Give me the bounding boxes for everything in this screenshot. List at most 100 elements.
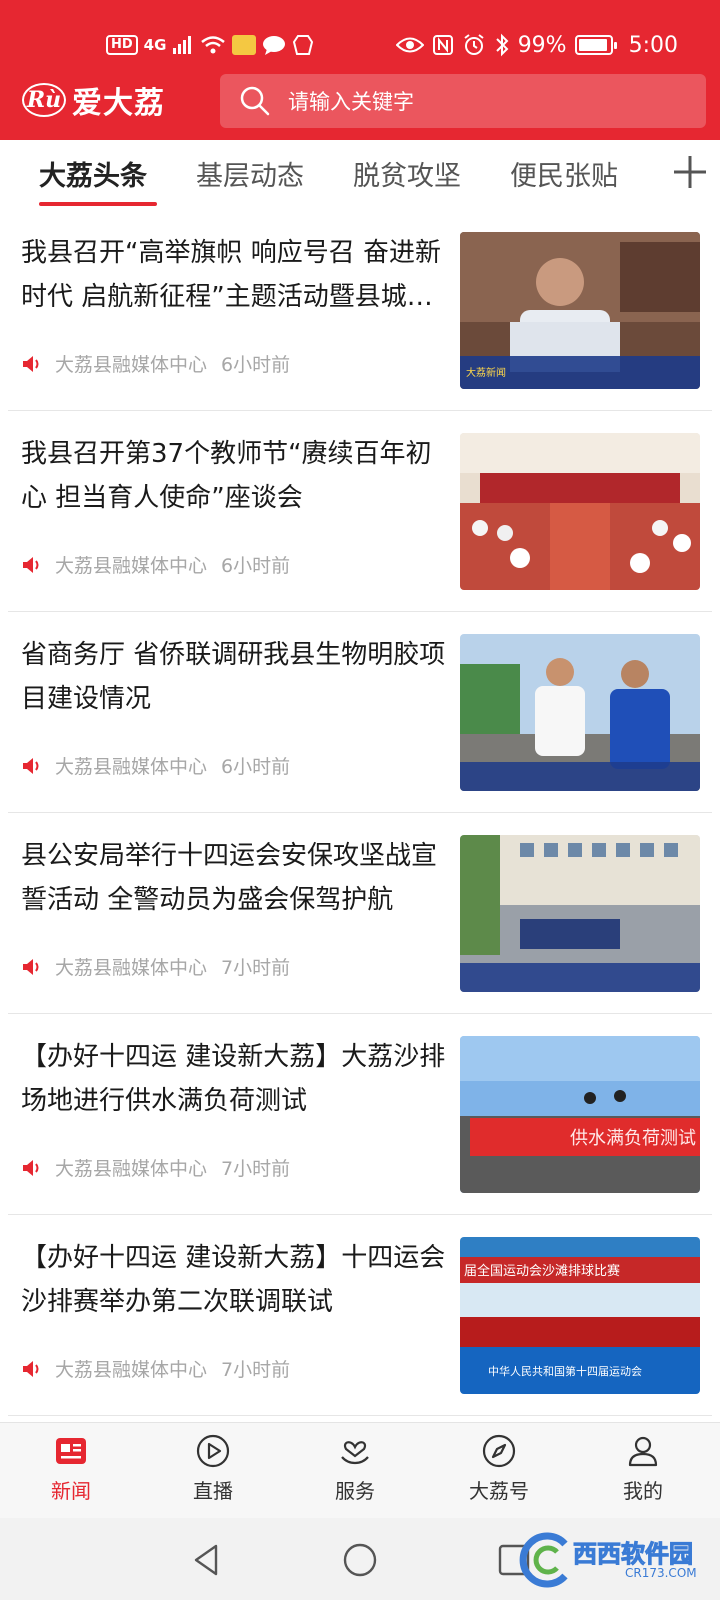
- compass-icon: [482, 1434, 516, 1468]
- tab-public-notices[interactable]: 便民张贴: [510, 154, 618, 193]
- news-time: 6小时前: [221, 555, 291, 577]
- tab-local-news[interactable]: 基层动态: [196, 154, 304, 193]
- signal-icon: [173, 36, 192, 54]
- search-placeholder: 请输入关键字: [288, 90, 414, 114]
- app-header: HD 4G 99% 5:00 Rù 爱大荔 请输入关键字: [0, 0, 720, 140]
- news-meta: 大荔县融媒体中心 6小时前: [21, 752, 290, 779]
- news-thumbnail: 大荔新闻: [460, 232, 700, 389]
- news-source: 大荔县融媒体中心: [55, 1158, 208, 1180]
- news-item[interactable]: 县公安局举行十四运会安保攻坚战宣誓活动 全警动员为盛会保驾护航 大荔县融媒体中心…: [8, 813, 712, 1014]
- watermark: 西西软件园 CR173.COM: [515, 1530, 705, 1592]
- watermark-logo-icon: [519, 1532, 568, 1588]
- news-meta: 大荔县融媒体中心 6小时前: [21, 551, 290, 578]
- news-source: 大荔县融媒体中心: [55, 354, 208, 376]
- nav-dali-account[interactable]: 大荔号: [444, 1433, 554, 1513]
- back-icon[interactable]: [186, 1540, 226, 1580]
- eye-icon: [395, 37, 424, 53]
- news-title: 【办好十四运 建设新大荔】十四运会沙排赛举办第二次联调联试: [21, 1243, 446, 1317]
- news-title: 我县召开第37个教师节“赓续百年初心 担当育人使命”座谈会: [21, 439, 432, 513]
- status-right: 99% 5:00: [395, 30, 678, 60]
- news-time: 6小时前: [221, 354, 291, 376]
- nav-label: 我的: [623, 1479, 663, 1503]
- hand-icon: [293, 35, 314, 55]
- search-icon: [240, 86, 270, 116]
- speaker-icon[interactable]: [21, 1358, 43, 1380]
- tab-headlines[interactable]: 大荔头条: [39, 154, 147, 193]
- mail-notification-icon: [232, 35, 257, 55]
- news-item[interactable]: 我县召开第37个教师节“赓续百年初心 担当育人使命”座谈会 大荔县融媒体中心 6…: [8, 411, 712, 612]
- channel-tabs: 大荔头条 基层动态 脱贫攻坚 便民张贴: [0, 140, 720, 210]
- speaker-icon[interactable]: [21, 956, 43, 978]
- news-item[interactable]: 我县召开“高举旗帜 响应号召 奋进新时代 启航新征程”主题活动暨县城经济社会高质…: [8, 210, 712, 411]
- network-type: 4G: [143, 36, 167, 54]
- news-icon: [56, 1438, 86, 1464]
- speaker-icon[interactable]: [21, 1157, 43, 1179]
- status-left: HD 4G: [106, 30, 314, 60]
- alarm-icon: [464, 34, 484, 55]
- nav-news[interactable]: 新闻: [16, 1433, 126, 1513]
- news-item[interactable]: 【办好十四运 建设新大荔】十四运会沙排赛举办第二次联调联试 大荔县融媒体中心 7…: [8, 1215, 712, 1416]
- system-navigation-bar: 西西软件园 CR173.COM: [0, 1518, 720, 1600]
- battery-icon: [574, 35, 617, 55]
- news-list: 我县召开“高举旗帜 响应号召 奋进新时代 启航新征程”主题活动暨县城经济社会高质…: [0, 210, 720, 1422]
- logo-text: 爱大荔: [72, 86, 165, 121]
- news-title: 【办好十四运 建设新大荔】大荔沙排场地进行供水满负荷测试: [21, 1042, 446, 1116]
- wifi-icon: [201, 36, 226, 54]
- news-thumbnail: 届全国运动会沙滩排球比赛 中华人民共和国第十四届运动会: [460, 1237, 700, 1394]
- news-meta: 大荔县融媒体中心 7小时前: [21, 953, 290, 980]
- watermark-text: 西西软件园: [573, 1540, 694, 1569]
- nav-label: 大荔号: [469, 1479, 529, 1503]
- speaker-icon[interactable]: [21, 554, 43, 576]
- news-thumbnail: [460, 634, 700, 791]
- news-meta: 大荔县融媒体中心 6小时前: [21, 350, 290, 377]
- news-time: 7小时前: [221, 1158, 291, 1180]
- news-item[interactable]: 省商务厅 省侨联调研我县生物明胶项目建设情况 大荔县融媒体中心 6小时前: [8, 612, 712, 813]
- service-icon: [341, 1441, 369, 1465]
- logo-mark: Rù: [22, 83, 66, 117]
- news-meta: 大荔县融媒体中心 7小时前: [21, 1355, 290, 1382]
- news-thumbnail: [460, 835, 700, 992]
- news-source: 大荔县融媒体中心: [55, 957, 208, 979]
- news-time: 7小时前: [221, 1359, 291, 1381]
- status-bar: HD 4G 99% 5:00: [0, 0, 720, 70]
- nfc-icon: [432, 35, 453, 55]
- watermark-sub: CR173.COM: [625, 1566, 697, 1580]
- news-thumbnail: [460, 433, 700, 590]
- news-title: 县公安局举行十四运会安保攻坚战宣誓活动 全警动员为盛会保驾护航: [21, 841, 438, 915]
- battery-percent: 99%: [517, 32, 567, 58]
- app-bar: Rù 爱大荔 请输入关键字: [0, 70, 720, 140]
- live-play-icon: [196, 1434, 230, 1468]
- thumb-banner-text: 中华人民共和国第十四届运动会: [488, 1364, 642, 1378]
- news-meta: 大荔县融媒体中心 7小时前: [21, 1154, 290, 1181]
- search-bar[interactable]: 请输入关键字: [220, 74, 706, 128]
- app-logo[interactable]: Rù 爱大荔: [22, 78, 165, 122]
- nav-live[interactable]: 直播: [158, 1433, 268, 1513]
- nav-service[interactable]: 服务: [300, 1433, 410, 1513]
- news-title: 省商务厅 省侨联调研我县生物明胶项目建设情况: [21, 640, 446, 714]
- tab-poverty-alleviation[interactable]: 脱贫攻坚: [353, 154, 461, 193]
- nav-profile[interactable]: 我的: [588, 1433, 698, 1513]
- news-time: 7小时前: [221, 957, 291, 979]
- home-icon[interactable]: [340, 1540, 380, 1580]
- nav-label: 新闻: [51, 1479, 91, 1503]
- bottom-navigation: 新闻 直播 服务 大荔号 我的: [0, 1422, 720, 1518]
- chat-bubble-icon: [263, 36, 286, 55]
- news-source: 大荔县融媒体中心: [55, 1359, 208, 1381]
- add-channel-icon[interactable]: [668, 150, 712, 194]
- speaker-icon[interactable]: [21, 755, 43, 777]
- thumb-banner-text: 届全国运动会沙滩排球比赛: [464, 1263, 620, 1279]
- news-time: 6小时前: [221, 756, 291, 778]
- thumb-banner-text: 供水满负荷测试: [570, 1128, 696, 1149]
- active-tab-indicator: [39, 202, 157, 206]
- news-source: 大荔县融媒体中心: [55, 555, 208, 577]
- nav-label: 直播: [193, 1479, 233, 1503]
- hd-badge: HD: [106, 35, 138, 55]
- nav-label: 服务: [335, 1479, 375, 1503]
- news-source: 大荔县融媒体中心: [55, 756, 208, 778]
- news-item[interactable]: 【办好十四运 建设新大荔】大荔沙排场地进行供水满负荷测试 大荔县融媒体中心 7小…: [8, 1014, 712, 1215]
- clock: 5:00: [628, 32, 678, 58]
- speaker-icon[interactable]: [21, 353, 43, 375]
- bluetooth-icon: [495, 33, 509, 57]
- news-thumbnail: 供水满负荷测试: [460, 1036, 700, 1193]
- profile-icon: [628, 1436, 658, 1467]
